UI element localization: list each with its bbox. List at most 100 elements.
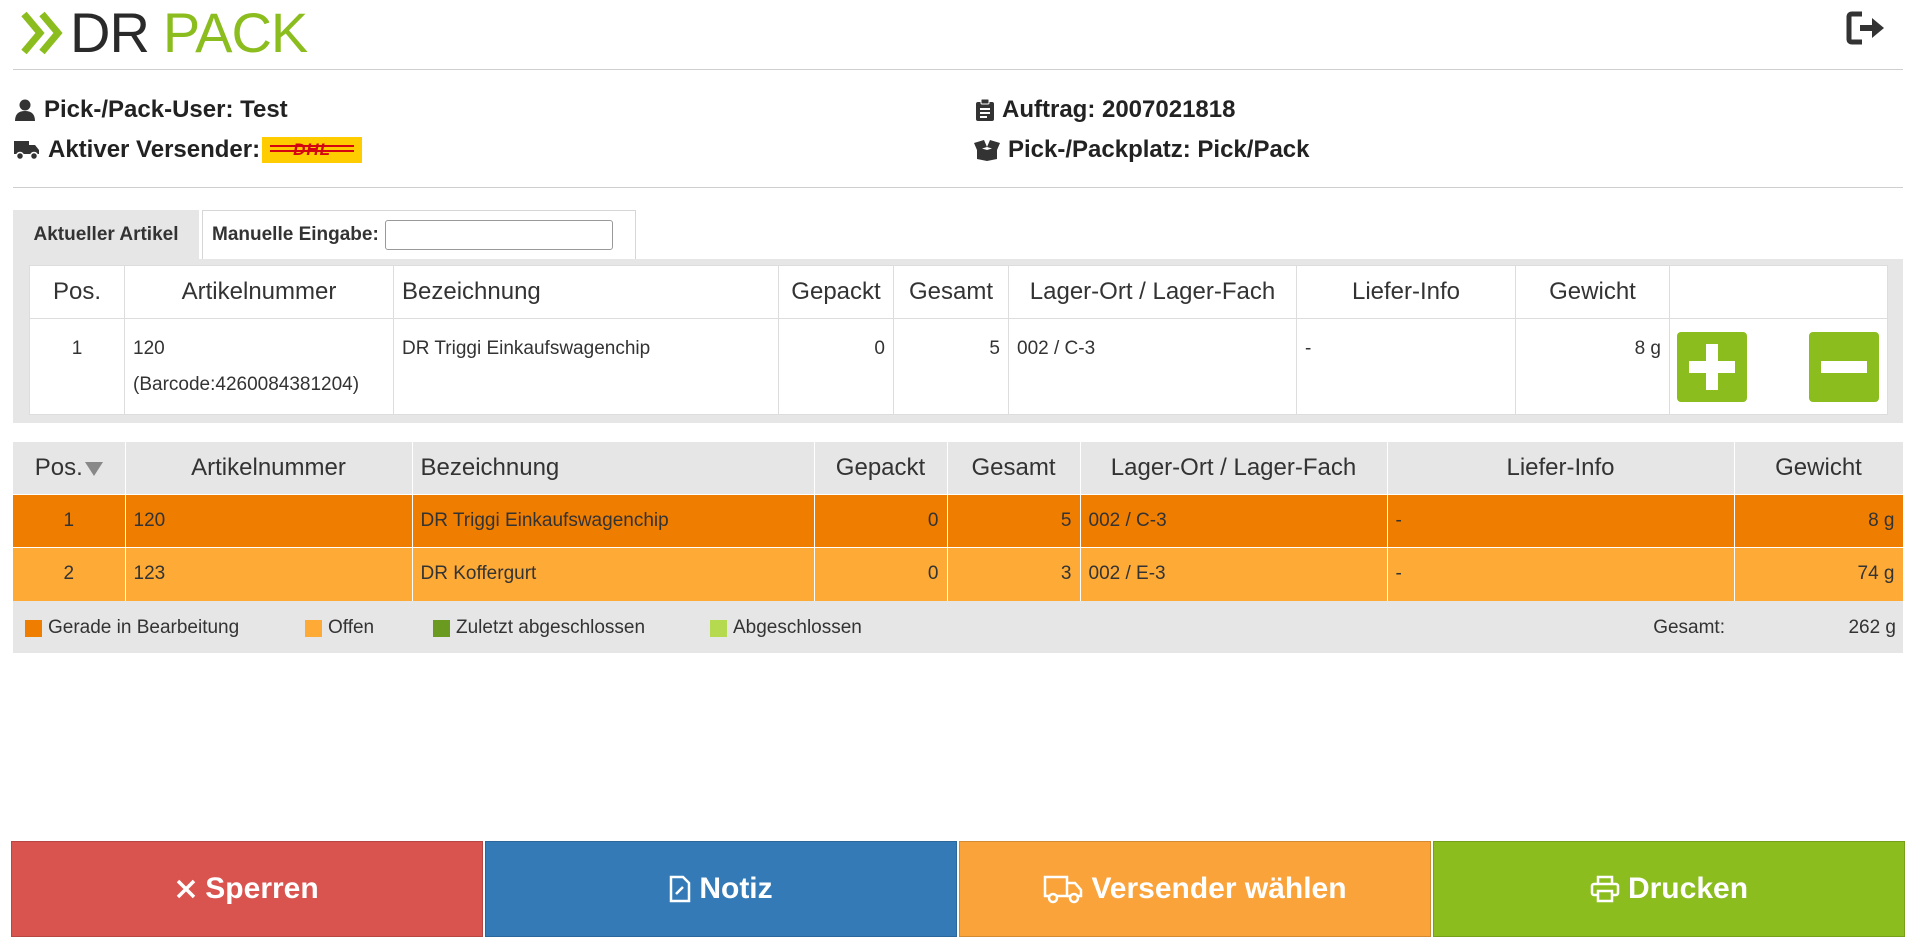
info-divider: [13, 187, 1903, 188]
app-header: DR PACK: [0, 0, 1912, 70]
lock-button-label: Sperren: [205, 872, 319, 905]
total-weight-label: Gesamt:: [1653, 617, 1725, 638]
choose-shipper-button-label: Versender wählen: [1091, 872, 1347, 905]
legend-item-completed: Abgeschlossen: [710, 617, 862, 639]
cell-barcode: (Barcode:4260084381204): [133, 374, 360, 395]
lock-button[interactable]: Sperren: [11, 841, 483, 937]
status-legend: Gerade in Bearbeitung Offen Zuletzt abge…: [13, 601, 1903, 653]
sign-out-icon[interactable]: [1846, 10, 1890, 46]
cell-pos: 2: [13, 547, 126, 601]
logo: DR PACK: [20, 1, 308, 64]
cell-total: 3: [947, 547, 1081, 601]
order-info: Auftrag: 2007021818: [976, 96, 1235, 124]
col-pos-sortable[interactable]: Pos.: [13, 442, 126, 495]
legend-swatch: [710, 619, 727, 637]
manual-entry-input[interactable]: [384, 220, 613, 250]
cell-name: DR Koffergurt: [412, 547, 815, 601]
truck-icon: [1044, 875, 1083, 904]
legend-label: Zuletzt abgeschlossen: [456, 617, 646, 638]
tab-current-article-label: Aktueller Artikel: [33, 224, 179, 245]
open-box-icon: [974, 140, 1000, 161]
legend-swatch: [433, 619, 450, 637]
cell-artnr: 123: [125, 547, 413, 601]
legend-item-open: Offen: [305, 617, 374, 639]
legend-label: Offen: [328, 617, 375, 638]
col-info[interactable]: Liefer-Info: [1387, 442, 1735, 495]
header-divider: [13, 69, 1903, 70]
current-article-row: 1 120 (Barcode:4260084381204) DR Triggi …: [29, 318, 1888, 415]
print-icon: [1590, 875, 1620, 903]
double-chevron-icon: [21, 11, 63, 55]
sort-desc-icon: [84, 461, 103, 476]
col-pos-label: Pos.: [34, 454, 83, 481]
col-artnr: Artikelnummer: [124, 265, 394, 319]
cell-location: 002 / C-3: [1080, 494, 1388, 548]
col-packed[interactable]: Gepackt: [814, 442, 948, 495]
shipper-info: Aktiver Versender: DHL: [14, 136, 363, 164]
cell-weight: 8 g: [1515, 318, 1670, 415]
cell-artnr: 120 (Barcode:4260084381204): [124, 318, 394, 415]
truck-icon: [14, 141, 39, 161]
table-row[interactable]: 1 120 DR Triggi Einkaufswagenchip 0 5 00…: [13, 494, 1904, 548]
station-label: Pick-/Packplatz: Pick/Pack: [1008, 136, 1310, 163]
col-actions: [1669, 265, 1888, 319]
note-button[interactable]: Notiz: [485, 841, 957, 937]
col-location[interactable]: Lager-Ort / Lager-Fach: [1080, 442, 1388, 495]
user-info: Pick-/Pack-User: Test: [14, 96, 288, 124]
legend-label: Gerade in Bearbeitung: [48, 617, 240, 638]
choose-shipper-button[interactable]: Versender wählen: [959, 841, 1431, 937]
col-weight[interactable]: Gewicht: [1734, 442, 1904, 495]
cell-artnr: 120: [125, 494, 413, 548]
plus-icon-vertical: [1706, 344, 1718, 390]
cell-packed: 0: [814, 547, 948, 601]
manual-entry-label: Manuelle Eingabe:: [212, 224, 379, 245]
close-icon: [177, 879, 196, 899]
cell-pos: 1: [13, 494, 126, 548]
order-items-table: Pos. Artikelnummer Bezeichnung Gepackt G…: [13, 442, 1904, 601]
print-button[interactable]: Drucken: [1433, 841, 1905, 937]
logo-pack-text: PACK: [162, 1, 308, 64]
cell-info: -: [1296, 318, 1516, 415]
legend-item-in-progress: Gerade in Bearbeitung: [25, 617, 239, 639]
col-artnr[interactable]: Artikelnummer: [125, 442, 413, 495]
col-weight: Gewicht: [1515, 265, 1670, 319]
current-article-table: Pos. Artikelnummer Bezeichnung Gepackt G…: [29, 265, 1888, 415]
clipboard-icon: [976, 99, 994, 121]
logo-dr-text: DR: [70, 1, 150, 64]
user-label: Pick-/Pack-User: Test: [44, 96, 288, 123]
cell-info: -: [1387, 547, 1735, 601]
current-table-header: Pos. Artikelnummer Bezeichnung Gepackt G…: [29, 265, 1888, 319]
cell-total: 5: [893, 318, 1009, 415]
cell-weight: 8 g: [1734, 494, 1904, 548]
legend-label: Abgeschlossen: [733, 617, 862, 638]
col-name[interactable]: Bezeichnung: [412, 442, 815, 495]
cell-total: 5: [947, 494, 1081, 548]
cell-artnr-value: 120: [133, 338, 165, 359]
decrease-button[interactable]: [1809, 332, 1879, 402]
legend-item-last-completed: Zuletzt abgeschlossen: [433, 617, 645, 639]
col-info: Liefer-Info: [1296, 265, 1516, 319]
dhl-logo-text: DHL: [293, 140, 332, 159]
col-total[interactable]: Gesamt: [947, 442, 1081, 495]
cell-location: 002 / C-3: [1008, 318, 1297, 415]
cell-name: DR Triggi Einkaufswagenchip: [393, 318, 779, 415]
tab-current-article[interactable]: Aktueller Artikel: [13, 210, 199, 260]
legend-swatch: [25, 619, 42, 637]
dhl-logo: DHL: [262, 137, 363, 163]
cell-info: -: [1387, 494, 1735, 548]
station-info: Pick-/Packplatz: Pick/Pack: [974, 136, 1310, 164]
note-button-label: Notiz: [699, 872, 773, 905]
items-table-header: Pos. Artikelnummer Bezeichnung Gepackt G…: [13, 442, 1904, 495]
cell-pos: 1: [29, 318, 125, 415]
col-name: Bezeichnung: [393, 265, 779, 319]
total-weight-value: 262 g: [1848, 617, 1896, 638]
increase-button[interactable]: [1677, 332, 1747, 402]
cell-weight: 74 g: [1734, 547, 1904, 601]
cell-packed: 0: [814, 494, 948, 548]
legend-swatch: [305, 619, 322, 637]
tab-manual-entry[interactable]: Manuelle Eingabe:: [202, 210, 636, 259]
file-edit-icon: [670, 875, 691, 903]
minus-icon: [1821, 361, 1867, 373]
table-row[interactable]: 2 123 DR Koffergurt 0 3 002 / E-3 - 74 g: [13, 547, 1904, 601]
cell-location: 002 / E-3: [1080, 547, 1388, 601]
